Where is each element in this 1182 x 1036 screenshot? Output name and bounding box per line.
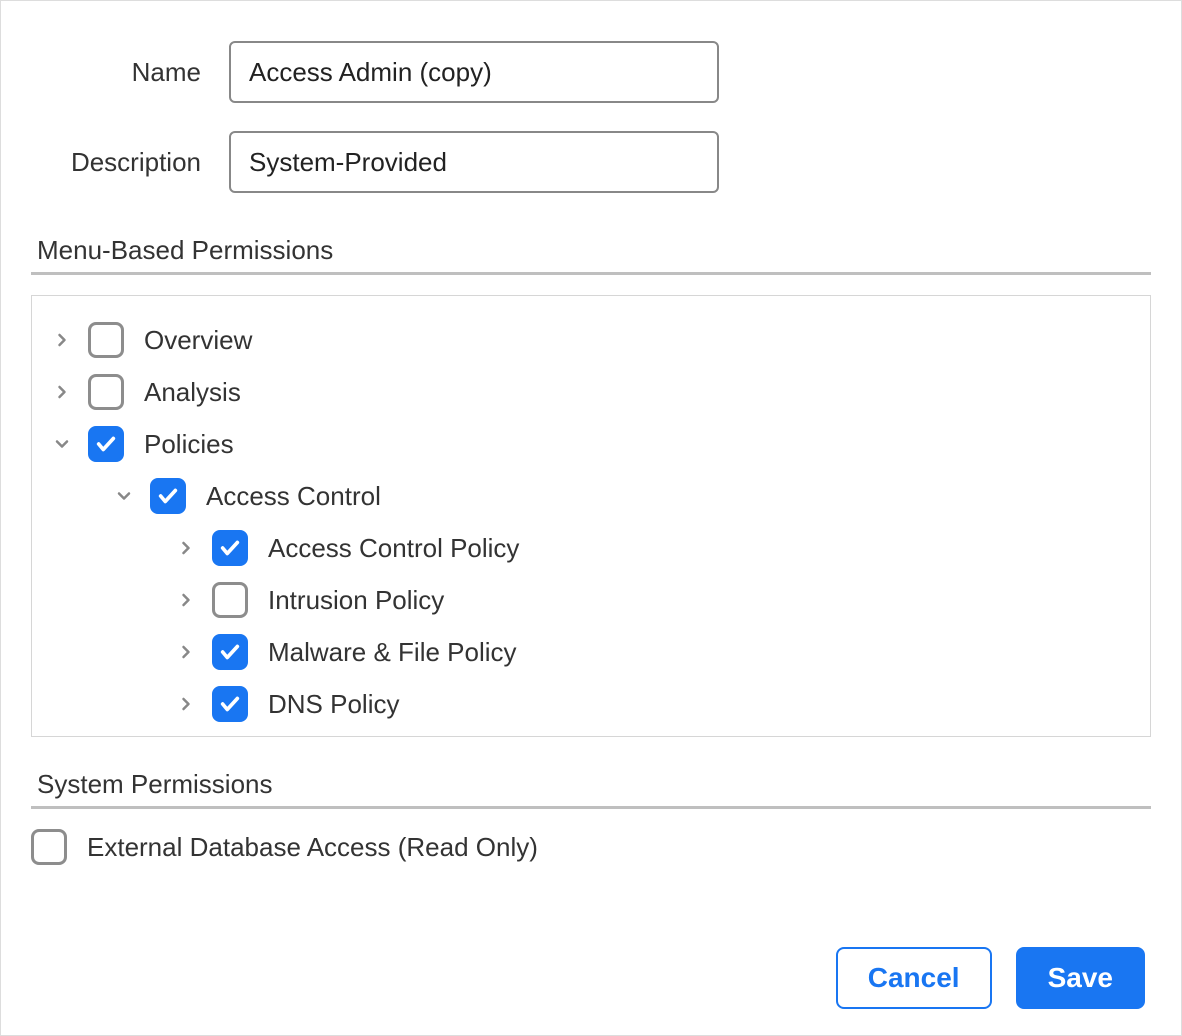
- tree-label: Analysis: [144, 377, 241, 408]
- tree-checkbox[interactable]: [212, 634, 248, 670]
- tree-label: DNS Policy: [268, 689, 399, 720]
- tree-checkbox[interactable]: [212, 530, 248, 566]
- permissions-tree-container: Overview Analysis Policies Access Control Ac…: [31, 295, 1151, 737]
- tree-label: Intrusion Policy: [268, 585, 444, 616]
- divider: [31, 272, 1151, 275]
- tree-row: DNS Policy: [50, 678, 1136, 730]
- chevron-right-icon[interactable]: [174, 588, 198, 612]
- chevron-down-icon[interactable]: [50, 432, 74, 456]
- tree-checkbox[interactable]: [212, 686, 248, 722]
- chevron-down-icon[interactable]: [112, 484, 136, 508]
- name-label: Name: [31, 57, 229, 88]
- tree-row: Access Control: [50, 470, 1136, 522]
- role-editor-panel: Name Description Menu-Based Permissions …: [0, 0, 1182, 1036]
- external-db-checkbox[interactable]: [31, 829, 67, 865]
- menu-permissions-title: Menu-Based Permissions: [31, 235, 1151, 266]
- tree-label: Overview: [144, 325, 252, 356]
- external-db-label: External Database Access (Read Only): [87, 832, 538, 863]
- button-row: Cancel Save: [836, 947, 1145, 1009]
- description-label: Description: [31, 147, 229, 178]
- tree-checkbox[interactable]: [212, 582, 248, 618]
- tree-checkbox[interactable]: [150, 478, 186, 514]
- tree-row: Malware & File Policy: [50, 626, 1136, 678]
- tree-row: Access Control Policy: [50, 522, 1136, 574]
- cancel-button[interactable]: Cancel: [836, 947, 992, 1009]
- external-db-row: External Database Access (Read Only): [31, 829, 1151, 865]
- permissions-tree[interactable]: Overview Analysis Policies Access Control Ac…: [32, 296, 1150, 736]
- tree-label: Policies: [144, 429, 234, 460]
- tree-checkbox[interactable]: [88, 374, 124, 410]
- description-row: Description: [31, 131, 1151, 193]
- divider: [31, 806, 1151, 809]
- description-input[interactable]: [229, 131, 719, 193]
- chevron-right-icon[interactable]: [50, 380, 74, 404]
- tree-label: Access Control Policy: [268, 533, 519, 564]
- tree-row: Overview: [50, 314, 1136, 366]
- tree-checkbox[interactable]: [88, 322, 124, 358]
- tree-row: Policies: [50, 418, 1136, 470]
- chevron-right-icon[interactable]: [174, 640, 198, 664]
- chevron-right-icon[interactable]: [174, 536, 198, 560]
- save-button[interactable]: Save: [1016, 947, 1145, 1009]
- system-permissions-title: System Permissions: [31, 769, 1151, 800]
- name-input[interactable]: [229, 41, 719, 103]
- tree-row: Analysis: [50, 366, 1136, 418]
- tree-row: Intrusion Policy: [50, 574, 1136, 626]
- name-row: Name: [31, 41, 1151, 103]
- chevron-right-icon[interactable]: [50, 328, 74, 352]
- tree-label: Access Control: [206, 481, 381, 512]
- tree-checkbox[interactable]: [88, 426, 124, 462]
- chevron-right-icon[interactable]: [174, 692, 198, 716]
- tree-label: Malware & File Policy: [268, 637, 517, 668]
